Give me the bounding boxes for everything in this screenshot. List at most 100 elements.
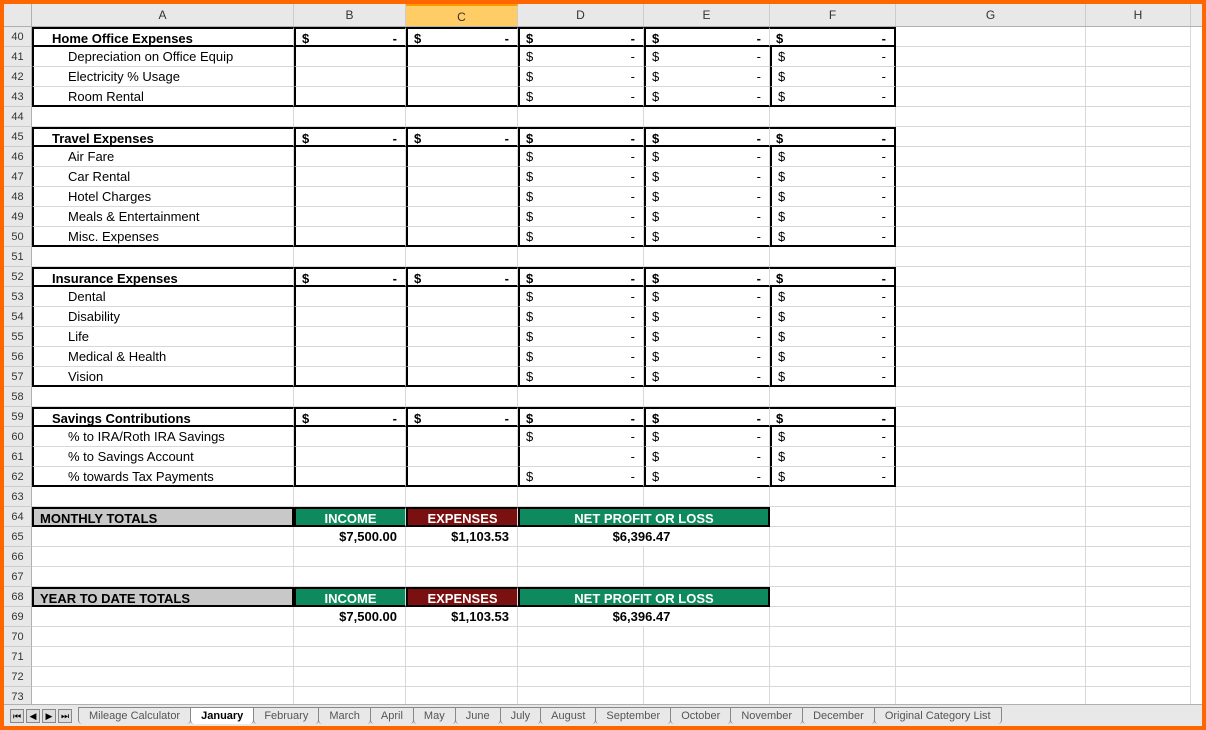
row-header[interactable]: 57 [4, 367, 32, 387]
cell[interactable]: $- [770, 87, 896, 107]
cell[interactable] [1086, 147, 1191, 167]
row-header[interactable]: 50 [4, 227, 32, 247]
select-all-corner[interactable] [4, 4, 32, 26]
cell[interactable]: $- [770, 207, 896, 227]
cell[interactable]: $- [406, 407, 518, 427]
row-header[interactable]: 72 [4, 667, 32, 687]
row-header[interactable]: 48 [4, 187, 32, 207]
cell[interactable] [1086, 47, 1191, 67]
cell[interactable] [518, 667, 644, 687]
row-header[interactable]: 40 [4, 27, 32, 47]
column-header-F[interactable]: F [770, 4, 896, 26]
cell[interactable] [406, 247, 518, 267]
cell[interactable] [896, 107, 1086, 127]
net-value[interactable]: $6,396.47 [518, 607, 770, 627]
cell[interactable]: $- [644, 227, 770, 247]
net-value[interactable]: $6,396.47 [518, 527, 770, 547]
cell[interactable]: $- [518, 47, 644, 67]
cell[interactable] [896, 427, 1086, 447]
cell[interactable] [518, 647, 644, 667]
column-header-C[interactable]: C [406, 4, 518, 26]
cell[interactable] [294, 167, 406, 187]
cell[interactable] [644, 107, 770, 127]
cell[interactable] [1086, 307, 1191, 327]
column-header-E[interactable]: E [644, 4, 770, 26]
cell[interactable] [1086, 627, 1191, 647]
cell[interactable]: $- [518, 267, 644, 287]
cell[interactable] [896, 307, 1086, 327]
cell[interactable] [406, 427, 518, 447]
row-header[interactable]: 71 [4, 647, 32, 667]
cell[interactable]: $- [644, 187, 770, 207]
cell[interactable] [1086, 427, 1191, 447]
cell[interactable] [1086, 227, 1191, 247]
tab-nav-next-icon[interactable]: ▶ [42, 709, 56, 723]
cell[interactable]: $- [770, 467, 896, 487]
cell[interactable] [406, 207, 518, 227]
income-header[interactable]: INCOME [294, 507, 406, 527]
row-header[interactable]: 45 [4, 127, 32, 147]
cell[interactable] [1086, 27, 1191, 47]
cell[interactable]: $- [770, 427, 896, 447]
cell[interactable]: $- [644, 367, 770, 387]
cell[interactable] [294, 307, 406, 327]
cell[interactable] [518, 547, 644, 567]
cell[interactable] [518, 387, 644, 407]
cell[interactable] [896, 547, 1086, 567]
cell[interactable] [406, 627, 518, 647]
row-header[interactable]: 64 [4, 507, 32, 527]
cell[interactable] [1086, 387, 1191, 407]
cell[interactable] [294, 567, 406, 587]
cell[interactable] [32, 487, 294, 507]
cell[interactable] [518, 567, 644, 587]
cell[interactable] [1086, 287, 1191, 307]
cell[interactable]: $- [518, 467, 644, 487]
cell[interactable]: $- [770, 367, 896, 387]
cell[interactable] [406, 487, 518, 507]
cell[interactable] [896, 207, 1086, 227]
cell[interactable]: $- [518, 167, 644, 187]
cell[interactable] [406, 647, 518, 667]
income-value[interactable]: $7,500.00 [294, 527, 406, 547]
column-header-H[interactable]: H [1086, 4, 1191, 26]
cell[interactable] [294, 287, 406, 307]
cell[interactable] [896, 607, 1086, 627]
cell[interactable] [1086, 467, 1191, 487]
cell[interactable] [294, 487, 406, 507]
cell[interactable]: $- [644, 447, 770, 467]
cell[interactable]: $- [518, 407, 644, 427]
cell[interactable]: $- [770, 187, 896, 207]
column-header-A[interactable]: A [32, 4, 294, 26]
cell[interactable] [896, 627, 1086, 647]
cell[interactable] [406, 227, 518, 247]
cell[interactable] [644, 487, 770, 507]
item-label[interactable]: Disability [32, 307, 294, 327]
totals-title[interactable]: YEAR TO DATE TOTALS [32, 587, 294, 607]
cell[interactable] [1086, 107, 1191, 127]
cell[interactable]: $- [770, 67, 896, 87]
cell[interactable]: $- [770, 27, 896, 47]
row-header[interactable]: 68 [4, 587, 32, 607]
cell[interactable] [294, 247, 406, 267]
item-label[interactable]: Hotel Charges [32, 187, 294, 207]
row-header[interactable]: 63 [4, 487, 32, 507]
cell[interactable]: $- [644, 427, 770, 447]
cell[interactable]: $- [770, 307, 896, 327]
column-header-D[interactable]: D [518, 4, 644, 26]
cell[interactable]: $- [294, 407, 406, 427]
tab-nav-first-icon[interactable]: ⏮ [10, 709, 24, 723]
cell[interactable] [896, 327, 1086, 347]
cell[interactable] [896, 367, 1086, 387]
cell[interactable] [770, 487, 896, 507]
item-label[interactable]: Room Rental [32, 87, 294, 107]
cell[interactable]: $- [644, 127, 770, 147]
section-label[interactable]: Insurance Expenses [32, 267, 294, 287]
section-label[interactable]: Home Office Expenses [32, 27, 294, 47]
cell[interactable]: $- [406, 267, 518, 287]
cell[interactable]: $- [518, 347, 644, 367]
cell[interactable] [770, 247, 896, 267]
cell[interactable] [294, 447, 406, 467]
cell[interactable]: - [518, 447, 644, 467]
item-label[interactable]: % to IRA/Roth IRA Savings [32, 427, 294, 447]
tab-nav-prev-icon[interactable]: ◀ [26, 709, 40, 723]
